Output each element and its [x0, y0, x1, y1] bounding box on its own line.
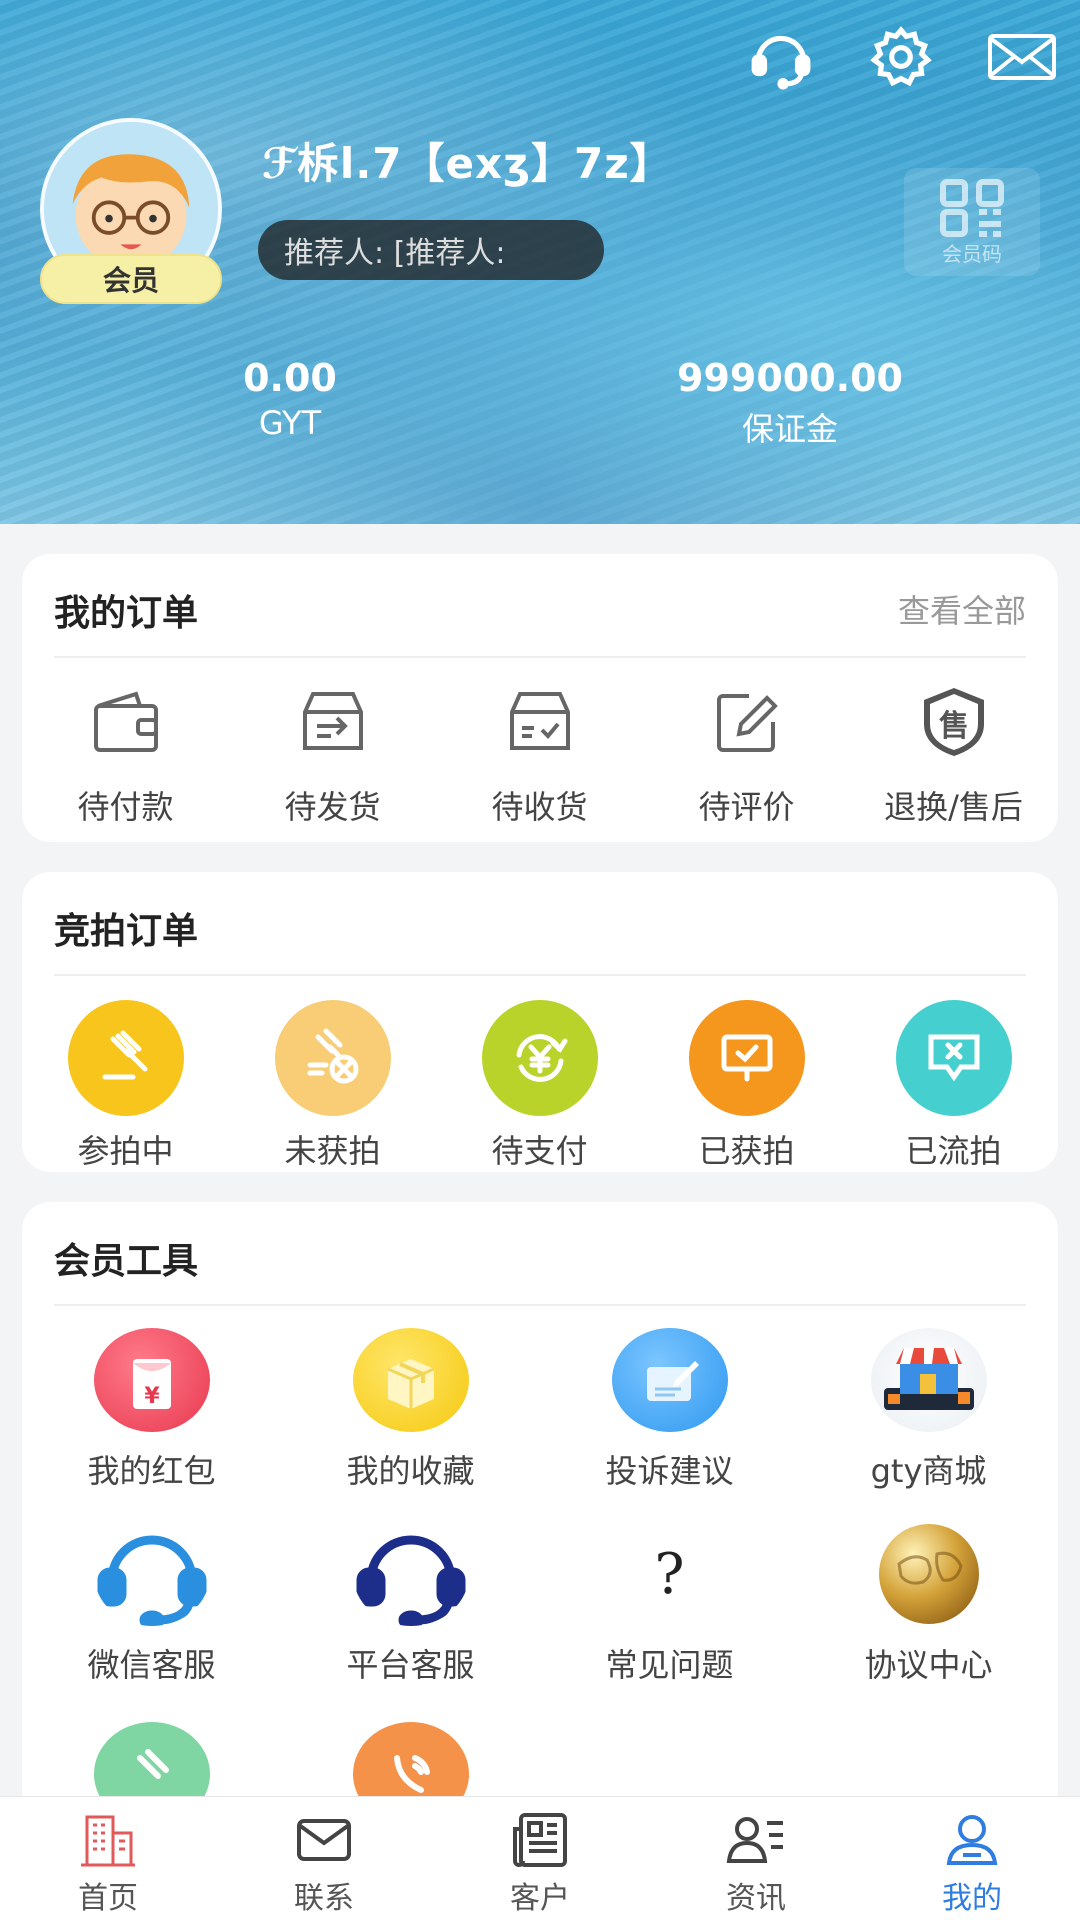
- tool-wechat-service[interactable]: 微信客服: [22, 1522, 281, 1686]
- building-icon: [81, 1815, 135, 1867]
- auction-orders-title: 竞拍订单: [54, 911, 199, 952]
- headset-blue-icon: [94, 1522, 210, 1626]
- wallet-icon: [88, 684, 164, 764]
- svg-text:¥: ¥: [144, 1384, 160, 1409]
- member-tools-title: 会员工具: [54, 1241, 199, 1282]
- message-close-icon: [895, 1000, 1012, 1116]
- nav-label: 联系: [294, 1881, 354, 1916]
- auction-pending-payment[interactable]: 待支付: [436, 1000, 643, 1172]
- profile-header: 会员 ℱ柝l.7【exʒ】7z】 推荐人: [推荐人: 会员码 0.00 GYT…: [0, 0, 1080, 524]
- order-label: 待收货: [491, 788, 588, 826]
- tool-favorites[interactable]: 我的收藏: [281, 1328, 540, 1492]
- tool-label: gty商城: [870, 1452, 987, 1490]
- nav-news[interactable]: 资讯: [648, 1797, 864, 1920]
- question-glyph: ?: [654, 1541, 685, 1607]
- auction-won[interactable]: 已获拍: [643, 1000, 850, 1172]
- gavel-icon: [67, 1000, 184, 1116]
- tool-label: 常见问题: [605, 1646, 734, 1684]
- referrer-pill: 推荐人: [推荐人:: [258, 220, 604, 280]
- tool-agreement-center[interactable]: 协议中心: [799, 1522, 1058, 1686]
- tool-gty-store[interactable]: gty商城: [799, 1328, 1058, 1492]
- nav-home[interactable]: 首页: [0, 1797, 216, 1920]
- auction-label: 待支付: [491, 1132, 588, 1170]
- order-pending-shipment[interactable]: 待发货: [229, 684, 436, 828]
- deposit-balance[interactable]: 999000.00 保证金: [660, 356, 920, 450]
- gyt-label: GYT: [258, 404, 322, 442]
- deposit-value: 999000.00: [677, 356, 903, 400]
- settings-gear-icon[interactable]: [866, 22, 936, 92]
- newspaper-icon: [513, 1813, 567, 1867]
- order-label: 待发货: [284, 788, 381, 826]
- auction-failed[interactable]: 已流拍: [850, 1000, 1057, 1172]
- my-orders-card: 我的订单 查看全部 待付款 待发货 待收货 待评价 售 退换/售后: [22, 554, 1058, 842]
- globe-icon: [871, 1522, 987, 1626]
- tool-platform-service[interactable]: 平台客服: [281, 1522, 540, 1686]
- my-orders-title: 我的订单: [54, 593, 199, 634]
- nav-label: 资讯: [726, 1881, 786, 1916]
- person-list-icon: [726, 1817, 783, 1863]
- order-after-sales[interactable]: 售 退换/售后: [850, 684, 1057, 828]
- customer-service-icon[interactable]: [746, 22, 816, 92]
- user-name: ℱ柝l.7【exʒ】7z】: [262, 139, 673, 188]
- receive-box-icon: [502, 684, 578, 764]
- nav-contact[interactable]: 联系: [216, 1797, 432, 1920]
- gyt-balance[interactable]: 0.00 GYT: [200, 356, 380, 442]
- yen-refresh-icon: [481, 1000, 598, 1116]
- order-label: 待评价: [698, 788, 795, 826]
- message-envelope-icon[interactable]: [984, 22, 1060, 92]
- tool-feedback[interactable]: 投诉建议: [540, 1328, 799, 1492]
- order-label: 待付款: [77, 788, 174, 826]
- divider: [54, 656, 1026, 658]
- tool-faq[interactable]: ? 常见问题: [540, 1522, 799, 1686]
- divider: [54, 1304, 1026, 1306]
- svg-text:售: 售: [939, 709, 969, 744]
- order-pending-review[interactable]: 待评价: [643, 684, 850, 828]
- order-pending-receipt[interactable]: 待收货: [436, 684, 643, 828]
- nav-customers[interactable]: 客户: [432, 1797, 648, 1920]
- tool-label: 我的收藏: [346, 1452, 475, 1490]
- mail-icon: [297, 1819, 351, 1861]
- shield-sale-icon: 售: [916, 684, 992, 764]
- order-label: 退换/售后: [884, 788, 1023, 826]
- divider: [54, 974, 1026, 976]
- user-icon: [946, 1815, 998, 1865]
- tool-label: 协议中心: [864, 1646, 993, 1684]
- tool-label: 我的红包: [87, 1452, 216, 1490]
- member-badge: 会员: [40, 254, 222, 304]
- tool-label: 微信客服: [87, 1646, 216, 1684]
- auction-label: 已流拍: [905, 1132, 1002, 1170]
- nav-label: 首页: [78, 1881, 138, 1916]
- nav-label: 我的: [942, 1881, 1002, 1916]
- screen-check-icon: [688, 1000, 805, 1116]
- nav-mine[interactable]: 我的: [864, 1797, 1080, 1920]
- qr-code-icon: [940, 178, 1004, 237]
- tool-red-packet[interactable]: ¥ 我的红包: [22, 1328, 281, 1492]
- red-packet-icon: ¥: [93, 1328, 210, 1432]
- member-qr-code-button[interactable]: 会员码: [904, 168, 1040, 276]
- headset-navy-icon: [353, 1522, 469, 1626]
- order-pending-payment[interactable]: 待付款: [22, 684, 229, 828]
- tool-label: 平台客服: [346, 1646, 475, 1684]
- tool-label: 投诉建议: [605, 1452, 734, 1490]
- gavel-cancel-icon: [274, 1000, 391, 1116]
- question-icon: ?: [612, 1522, 728, 1626]
- qr-code-label: 会员码: [942, 241, 1002, 266]
- box-icon: [352, 1328, 469, 1432]
- auction-orders-card: 竞拍订单 参拍中 未获拍 待支付 已获拍 已流拍: [22, 872, 1058, 1172]
- member-tools-card: 会员工具 ¥ 我的红包 我的收藏 投诉建议 gty商城 微信客服 平台客服 ? …: [22, 1202, 1058, 1826]
- auction-label: 参拍中: [77, 1132, 174, 1170]
- feedback-icon: [611, 1328, 728, 1432]
- edit-icon: [709, 684, 785, 764]
- gyt-value: 0.00: [243, 356, 337, 400]
- view-all-orders-link[interactable]: 查看全部: [898, 586, 1026, 632]
- ship-box-icon: [295, 684, 371, 764]
- deposit-label: 保证金: [741, 410, 838, 448]
- auction-label: 已获拍: [698, 1132, 795, 1170]
- store-icon: [870, 1328, 987, 1432]
- nav-label: 客户: [510, 1881, 570, 1916]
- auction-not-won[interactable]: 未获拍: [229, 1000, 436, 1172]
- auction-participating[interactable]: 参拍中: [22, 1000, 229, 1172]
- bottom-navigation: 首页 联系 客户 资讯 我的: [0, 1796, 1080, 1920]
- auction-label: 未获拍: [284, 1132, 381, 1170]
